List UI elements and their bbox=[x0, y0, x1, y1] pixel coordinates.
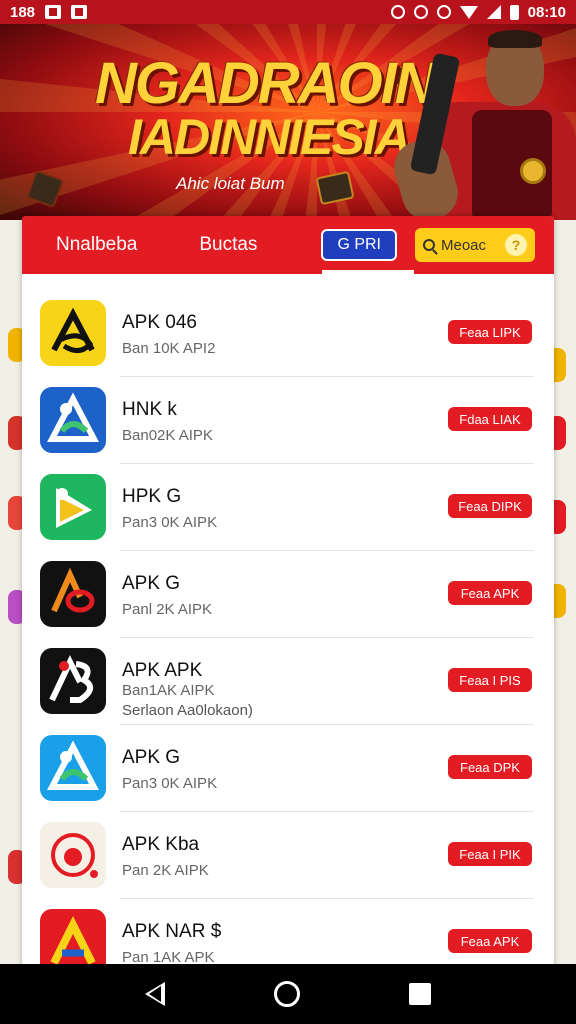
triangle-logo-icon bbox=[40, 387, 106, 453]
location-icon bbox=[436, 5, 451, 19]
list-item[interactable]: APK G Pan3 0K AIPK Feaa DPK bbox=[22, 725, 554, 812]
list-item[interactable]: APK APK Ban1AK AIPK Serlaon Aa0lokaon) F… bbox=[22, 638, 554, 725]
sync-icon bbox=[413, 5, 428, 19]
ab-logo-icon bbox=[40, 648, 106, 714]
system-nav-bar bbox=[0, 964, 576, 1024]
search-icon bbox=[423, 239, 435, 251]
alarm-icon bbox=[390, 5, 405, 19]
home-icon[interactable] bbox=[273, 981, 300, 1007]
app-meta: Ban1AK AIPK bbox=[122, 682, 215, 699]
download-button[interactable]: Feaa APK bbox=[448, 929, 532, 953]
background-right bbox=[548, 220, 576, 964]
cloud-triangle-icon bbox=[40, 735, 106, 801]
tab-gpri[interactable]: G PRI bbox=[321, 229, 397, 261]
download-button[interactable]: Feaa LIPK bbox=[448, 320, 532, 344]
download-button[interactable]: Fdaa LIAK bbox=[448, 407, 532, 431]
chain-logo-icon bbox=[40, 561, 106, 627]
status-time: 08:10 bbox=[527, 3, 566, 21]
download-button[interactable]: Feaa I PIK bbox=[448, 842, 532, 866]
app-name: APK Kba bbox=[122, 834, 200, 855]
medal-icon bbox=[520, 158, 546, 184]
app-meta: Pan 2K AIPK bbox=[122, 862, 209, 879]
app-meta: Pan3 0K AIPK bbox=[122, 775, 218, 792]
back-icon[interactable] bbox=[144, 982, 165, 1006]
active-tab-indicator bbox=[322, 270, 414, 274]
app-meta: Panl 2K AIPK bbox=[122, 601, 213, 618]
app-meta: Ban02K AIPK bbox=[122, 427, 213, 444]
app-name: HNK k bbox=[122, 399, 177, 420]
apk-list-card: Nnalbeba Buctas G PRI Meoac ? APK 046 Ba… bbox=[22, 216, 554, 976]
play-triangle-icon bbox=[40, 474, 106, 540]
app-meta: Ban 10K API2 bbox=[122, 340, 216, 357]
download-button[interactable]: Feaa APK bbox=[448, 581, 532, 605]
question-icon: ? bbox=[505, 234, 527, 256]
app-name: APK 046 bbox=[122, 312, 197, 333]
search-label: Meoac bbox=[441, 236, 487, 254]
list-item[interactable]: APK Kba Pan 2K AIPK Feaa I PIK bbox=[22, 812, 554, 899]
tab-nnalbeba[interactable]: Nnalbeba bbox=[56, 234, 137, 256]
wifi-icon bbox=[459, 5, 478, 19]
status-text: 188 bbox=[10, 3, 36, 21]
banner-subtitle: IADINNIESIA bbox=[128, 109, 411, 165]
list-item[interactable]: APK 046 Ban 10K API2 Feaa LIPK bbox=[22, 290, 554, 377]
apk-list: APK 046 Ban 10K API2 Feaa LIPK HNK k Ban… bbox=[22, 290, 554, 976]
app-name: APK G bbox=[122, 573, 181, 594]
image-icon bbox=[71, 5, 88, 19]
mail-icon bbox=[45, 5, 62, 19]
battery-icon bbox=[509, 4, 519, 20]
download-button[interactable]: Feaa DPK bbox=[448, 755, 532, 779]
download-button[interactable]: Feaa DIPK bbox=[448, 494, 532, 518]
list-item[interactable]: HNK k Ban02K AIPK Fdaa LIAK bbox=[22, 377, 554, 464]
app-meta: Pan3 0K AIPK bbox=[122, 514, 218, 531]
list-item[interactable]: APK G Panl 2K AIPK Feaa APK bbox=[22, 551, 554, 638]
status-bar: 188 08:10 bbox=[0, 0, 576, 24]
signal-icon bbox=[486, 5, 501, 19]
background-left bbox=[0, 220, 26, 964]
promo-banner[interactable]: NGADRAOIN IADINNIESIA Ahic loiat Bum bbox=[0, 24, 576, 220]
banner-title: NGADRAOIN bbox=[95, 51, 437, 116]
app-extra: Serlaon Aa0lokaon) bbox=[122, 702, 253, 719]
apk-a-icon bbox=[40, 300, 106, 366]
banner-tagline: Ahic loiat Bum bbox=[176, 174, 285, 193]
list-item[interactable]: HPK G Pan3 0K AIPK Feaa DIPK bbox=[22, 464, 554, 551]
apple-circle-icon bbox=[40, 822, 106, 888]
app-name: HPK G bbox=[122, 486, 182, 507]
download-button[interactable]: Feaa I PIS bbox=[448, 668, 532, 692]
recents-icon[interactable] bbox=[409, 983, 432, 1005]
search-button[interactable]: Meoac ? bbox=[415, 228, 535, 262]
tab-bar: Nnalbeba Buctas G PRI Meoac ? bbox=[22, 216, 554, 274]
hero-character bbox=[388, 30, 576, 220]
app-name: APK G bbox=[122, 747, 181, 768]
tab-gpri-label: G PRI bbox=[337, 236, 381, 253]
tab-buctas[interactable]: Buctas bbox=[199, 234, 257, 256]
app-name: APK NAR $ bbox=[122, 921, 222, 942]
app-name: APK APK bbox=[122, 660, 203, 681]
